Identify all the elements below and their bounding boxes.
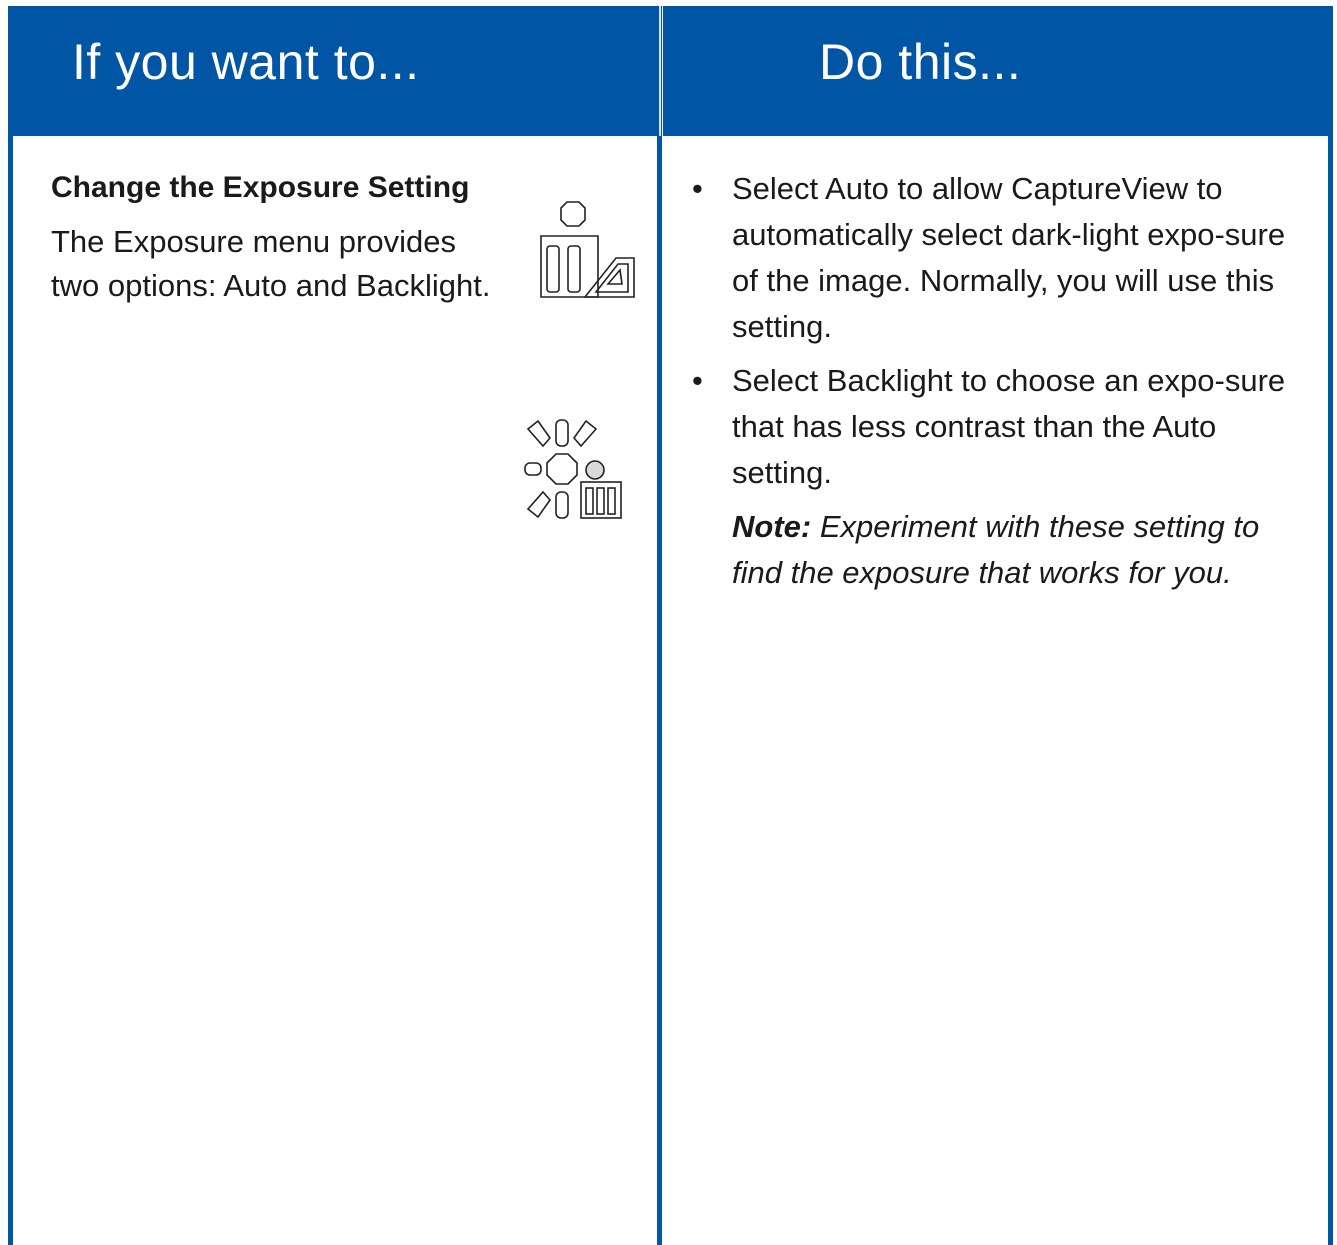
left-column: Change the Exposure Setting The Exposure… bbox=[51, 168, 531, 308]
page: If you want to... Do this... Change the … bbox=[0, 0, 1337, 1245]
table-border-left bbox=[8, 136, 13, 1245]
list-item: • Select Backlight to choose an expo-sur… bbox=[690, 358, 1310, 496]
note-text: Experiment with these setting to find th… bbox=[732, 509, 1260, 590]
right-column: • Select Auto to allow CaptureView to au… bbox=[690, 166, 1310, 596]
list-item: • Select Auto to allow CaptureView to au… bbox=[690, 166, 1310, 350]
list-item-text: Select Auto to allow CaptureView to auto… bbox=[732, 171, 1286, 344]
header-left: If you want to... bbox=[8, 6, 658, 136]
backlight-icon bbox=[524, 419, 622, 519]
list-item-text: Select Backlight to choose an expo-sure … bbox=[732, 363, 1286, 490]
bullet-icon: • bbox=[692, 171, 703, 206]
section-title: Change the Exposure Setting bbox=[51, 171, 470, 204]
auto-exposure-icon bbox=[540, 201, 635, 298]
table-border-right bbox=[1328, 136, 1333, 1245]
table-border-middle bbox=[657, 6, 662, 1245]
header-divider bbox=[659, 6, 661, 136]
note-label: Note: bbox=[732, 509, 812, 544]
header-left-title: If you want to... bbox=[72, 34, 420, 90]
header-right: Do this... bbox=[663, 6, 1333, 136]
bullet-icon: • bbox=[692, 363, 703, 398]
section-body: The Exposure menu provides two options: … bbox=[51, 224, 491, 303]
note: Note: Experiment with these setting to f… bbox=[690, 504, 1310, 596]
instruction-list: • Select Auto to allow CaptureView to au… bbox=[690, 166, 1310, 496]
header-right-title: Do this... bbox=[819, 34, 1022, 90]
